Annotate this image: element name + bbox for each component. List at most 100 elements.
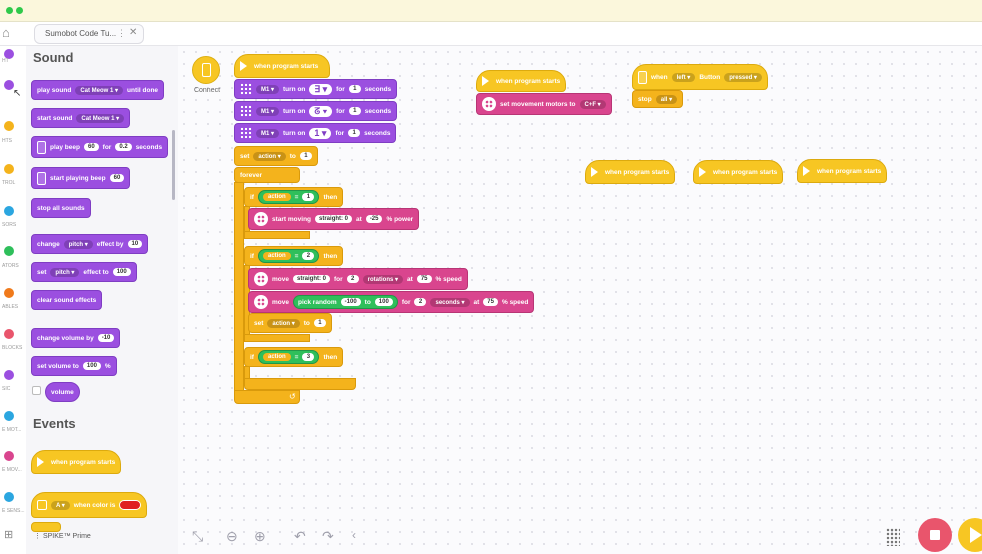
when-program-starts-block[interactable]: when program starts [797, 159, 888, 183]
category-label[interactable]: ATORS [2, 263, 19, 269]
motor-pair-dropdown[interactable]: C+F ▾ [579, 99, 606, 109]
move-block[interactable]: move straight: 0 for 2 rotations ▾ at 75… [248, 268, 468, 290]
when-program-starts-block[interactable]: when program starts [693, 160, 784, 184]
category-dot[interactable] [4, 411, 14, 421]
forever-block[interactable]: forever [234, 167, 300, 183]
zoom-in-icon[interactable]: ⊕ [254, 528, 266, 545]
set-variable-block[interactable]: set action ▾ to 1 [248, 313, 332, 333]
beep-duration-input[interactable]: 0.2 [115, 143, 132, 151]
beep-note-input[interactable]: 60 [109, 174, 125, 182]
variable-reporter[interactable]: action [262, 193, 291, 201]
undo-icon[interactable]: ↶ [294, 528, 306, 545]
category-dot[interactable] [4, 451, 14, 461]
effect-dropdown[interactable]: pitch ▾ [50, 267, 80, 277]
play-sound-block[interactable]: play sound Cat Meow 1 ▾ until done [31, 80, 165, 100]
set-variable-block[interactable]: set action ▾ to 1 [234, 146, 318, 166]
set-effect-block[interactable]: set pitch ▾ effect to 100 [31, 262, 137, 282]
steering-input[interactable]: straight: 0 [315, 215, 353, 223]
category-dot[interactable] [4, 492, 14, 502]
variable-reporter[interactable]: action [262, 252, 291, 260]
power-input[interactable]: -25 [365, 215, 383, 223]
start-sound-block[interactable]: start sound Cat Meow 1 ▾ [31, 108, 131, 128]
speed-input[interactable]: 75 [483, 298, 498, 306]
volume-value-input[interactable]: -10 [97, 334, 115, 342]
if-block[interactable]: if action = 1 then [244, 187, 344, 207]
extensions-icon[interactable]: ⊞ [4, 528, 13, 541]
duration-input[interactable]: 1 [348, 85, 361, 93]
sound-dropdown[interactable]: Cat Meow 1 ▾ [75, 85, 123, 95]
equals-operator-block[interactable]: action = 1 [257, 190, 320, 204]
change-volume-block[interactable]: change volume by -10 [31, 328, 121, 348]
category-dot[interactable] [4, 329, 14, 339]
distance-input[interactable]: 2 [414, 298, 427, 306]
category-dot[interactable] [4, 246, 14, 256]
beep-note-input[interactable]: 60 [83, 143, 99, 151]
port-dropdown[interactable]: M1 ▾ [256, 128, 280, 138]
compare-value-input[interactable]: 1 [302, 193, 315, 201]
matrix-image-dropdown[interactable]: ᘔ ▾ [309, 105, 333, 117]
set-volume-block[interactable]: set volume to 100 % [31, 356, 117, 376]
random-min-input[interactable]: -100 [340, 298, 361, 306]
chevron-left-icon[interactable]: ‹ [352, 528, 356, 542]
category-label[interactable]: E SENS... [2, 508, 25, 514]
category-label[interactable]: SIC [2, 386, 10, 392]
category-label[interactable]: E MOV... [2, 467, 22, 473]
steering-input[interactable]: straight: 0 [292, 275, 330, 283]
button-side-dropdown[interactable]: left ▾ [671, 72, 696, 82]
distance-input[interactable]: 2 [346, 275, 359, 283]
when-button-pressed-block[interactable]: when left ▾ Button pressed ▾ [632, 64, 768, 90]
if-block[interactable]: if action = 2 then [244, 246, 344, 266]
hub-type-label[interactable]: ⋮ SPIKE™ Prime [34, 532, 91, 540]
category-label[interactable]: HT [2, 58, 9, 64]
redo-icon[interactable]: ↷ [322, 528, 334, 545]
category-label[interactable]: TROL [2, 180, 15, 186]
when-program-starts-block[interactable]: when program starts [31, 450, 122, 474]
stop-all-sounds-block[interactable]: stop all sounds [31, 198, 91, 218]
light-matrix-block[interactable]: M1 ▾ turn on ∃ ▾ for 1 seconds [234, 79, 398, 99]
category-dot[interactable] [4, 288, 14, 298]
volume-value-input[interactable]: 100 [82, 362, 101, 370]
variable-dropdown[interactable]: action ▾ [253, 151, 286, 161]
when-program-starts-block[interactable]: when program starts [234, 54, 330, 78]
effect-value-input[interactable]: 10 [127, 240, 143, 248]
unit-dropdown[interactable]: rotations ▾ [362, 274, 404, 284]
when-program-starts-block[interactable]: when program starts [585, 160, 676, 184]
stop-block[interactable]: stop all ▾ [632, 90, 684, 108]
matrix-image-dropdown[interactable]: ∃ ▾ [309, 83, 333, 95]
move-block[interactable]: move pick random -100 to 100 for 2 secon… [248, 291, 535, 313]
port-dropdown[interactable]: A ▾ [51, 500, 70, 510]
compare-value-input[interactable]: 3 [302, 353, 315, 361]
category-dot[interactable] [4, 164, 14, 174]
volume-monitor-checkbox[interactable] [32, 386, 41, 395]
category-label[interactable]: E MOT... [2, 427, 21, 433]
start-beep-block[interactable]: start playing beep 60 [31, 167, 131, 189]
color-dropdown[interactable] [119, 500, 142, 510]
duration-input[interactable]: 1 [348, 129, 361, 137]
matrix-image-dropdown[interactable]: 1 ▾ [309, 127, 332, 139]
category-dot[interactable] [4, 370, 14, 380]
project-tab[interactable]: Sumobot Code Tu... ⋮ ✕ [34, 24, 144, 44]
category-label[interactable]: BLOCKS [2, 345, 22, 351]
light-matrix-block[interactable]: M1 ▾ turn on ᘔ ▾ for 1 seconds [234, 101, 398, 121]
stop-option-dropdown[interactable]: all ▾ [655, 94, 678, 104]
equals-operator-block[interactable]: action = 2 [257, 249, 320, 263]
duration-input[interactable]: 1 [348, 107, 361, 115]
button-state-dropdown[interactable]: pressed ▾ [724, 72, 762, 82]
tab-menu-icon[interactable]: ⋮ [117, 28, 126, 39]
when-program-starts-block[interactable]: when program starts [476, 70, 567, 92]
hub-status-icon[interactable] [886, 528, 900, 546]
partial-event-block[interactable] [31, 522, 61, 532]
category-label[interactable]: SORS [2, 222, 16, 228]
port-dropdown[interactable]: M1 ▾ [256, 84, 280, 94]
change-effect-block[interactable]: change pitch ▾ effect by 10 [31, 234, 149, 254]
sound-dropdown[interactable]: Cat Meow 1 ▾ [76, 113, 125, 123]
category-label[interactable]: ABLES [2, 304, 18, 310]
variable-reporter[interactable]: action [262, 353, 291, 361]
category-dot[interactable] [4, 121, 14, 131]
when-color-block[interactable]: A ▾ when color is [31, 492, 148, 518]
variable-dropdown[interactable]: action ▾ [267, 318, 300, 328]
palette-scrollbar[interactable] [172, 130, 175, 200]
category-dot[interactable] [4, 206, 14, 216]
port-dropdown[interactable]: M1 ▾ [256, 106, 280, 116]
if-block[interactable]: if action = 3 then [244, 347, 344, 367]
